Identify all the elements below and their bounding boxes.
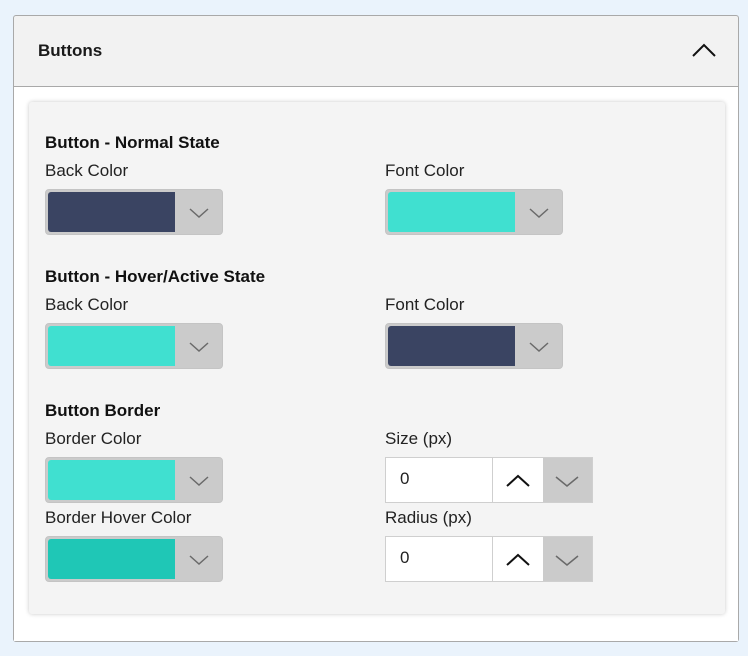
accordion-body: Button - Normal State Back Color Font Co… [14,87,738,641]
normal-font-color-label: Font Color [385,161,465,180]
decrement-chevron-down-icon[interactable] [543,458,592,502]
chevron-down-icon[interactable] [175,190,222,234]
color-chip [388,326,515,366]
color-chip [48,539,175,579]
hover-font-color-label: Font Color [385,295,465,314]
border-color-label: Border Color [45,429,142,448]
border-hover-color-label: Border Hover Color [45,508,192,527]
accordion-header[interactable]: Buttons [14,16,738,87]
normal-font-color-picker[interactable] [385,189,563,235]
chevron-down-icon[interactable] [175,537,222,581]
chevron-down-icon[interactable] [175,458,222,502]
increment-chevron-up-icon[interactable] [492,458,543,502]
normal-back-color-picker[interactable] [45,189,223,235]
section-title-hover: Button - Hover/Active State [45,267,266,286]
border-size-value[interactable]: 0 [400,469,409,489]
border-size-stepper[interactable]: 0 [385,457,593,503]
section-title-border: Button Border [45,401,161,420]
color-chip [48,326,175,366]
increment-chevron-up-icon[interactable] [492,537,543,581]
buttons-accordion: Buttons Button - Normal State Back Color… [13,15,739,642]
border-hover-color-picker[interactable] [45,536,223,582]
decrement-chevron-down-icon[interactable] [543,537,592,581]
border-size-label: Size (px) [385,429,453,448]
settings-panel: Button - Normal State Back Color Font Co… [29,102,725,614]
hover-font-color-picker[interactable] [385,323,563,369]
border-radius-value[interactable]: 0 [400,548,409,568]
chevron-down-icon[interactable] [175,324,222,368]
normal-back-color-label: Back Color [45,161,129,180]
border-color-picker[interactable] [45,457,223,503]
color-chip [48,192,175,232]
color-chip [388,192,515,232]
collapse-chevron-up-icon[interactable] [690,38,718,60]
chevron-down-icon[interactable] [515,190,562,234]
border-radius-stepper[interactable]: 0 [385,536,593,582]
section-title-normal: Button - Normal State [45,133,220,152]
hover-back-color-picker[interactable] [45,323,223,369]
hover-back-color-label: Back Color [45,295,129,314]
color-chip [48,460,175,500]
accordion-title: Buttons [38,41,103,60]
chevron-down-icon[interactable] [515,324,562,368]
border-radius-label: Radius (px) [385,508,472,527]
